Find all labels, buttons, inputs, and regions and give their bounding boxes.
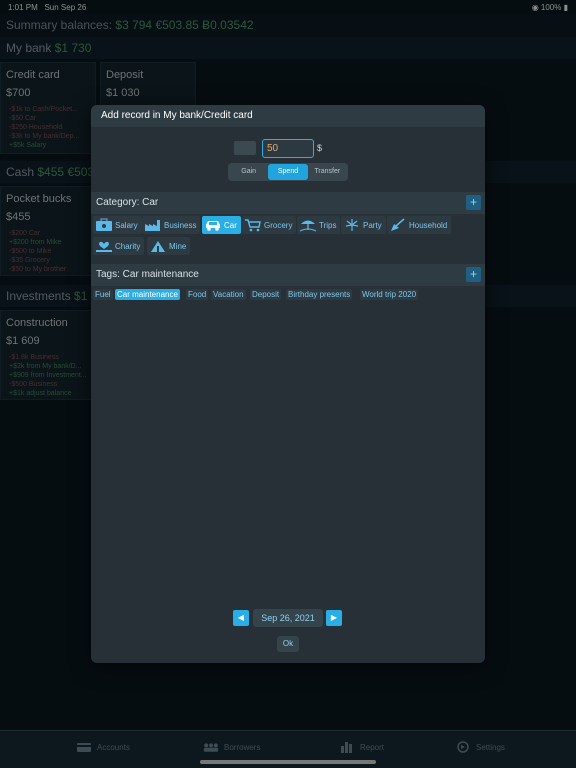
- card-icon: [77, 743, 91, 752]
- previous-day-button[interactable]: ◀: [233, 610, 249, 626]
- salary-icon: [96, 218, 112, 231]
- amount-row: $: [91, 138, 485, 160]
- tab-report[interactable]: Report: [339, 741, 384, 753]
- category-car[interactable]: Car: [202, 216, 241, 234]
- factory-icon: [145, 220, 160, 231]
- car-icon: [206, 221, 220, 231]
- record-type-selector: Gain Spend Transfer: [228, 163, 348, 181]
- tag-fuel[interactable]: Fuel: [93, 289, 113, 300]
- fireworks-icon: [345, 219, 359, 231]
- amount-input[interactable]: [262, 139, 314, 158]
- charity-icon: [96, 241, 112, 252]
- tag-food[interactable]: Food: [186, 289, 209, 300]
- transfer-option[interactable]: Transfer: [308, 164, 347, 180]
- tag-birthday-presents[interactable]: Birthday presents: [286, 289, 353, 300]
- tag-vacation[interactable]: Vacation: [211, 289, 246, 300]
- calculator-icon[interactable]: [234, 141, 256, 155]
- people-icon: [203, 743, 219, 752]
- add-record-dialog: Add record in My bank/Credit card $ Gain…: [91, 105, 485, 663]
- tag-world-trip-2020[interactable]: World trip 2020: [360, 289, 419, 300]
- mine-icon: [151, 241, 165, 252]
- spend-option[interactable]: Spend: [268, 164, 308, 180]
- date-picker[interactable]: Sep 26, 2021: [253, 609, 323, 627]
- category-party[interactable]: Party: [341, 216, 386, 234]
- category-salary[interactable]: Salary: [93, 216, 142, 234]
- category-trips[interactable]: Trips: [297, 216, 341, 234]
- category-household[interactable]: Household: [387, 216, 452, 234]
- cart-icon: [245, 219, 261, 232]
- tags-header: Tags: Car maintenance +: [91, 264, 485, 286]
- next-day-button[interactable]: ▶: [326, 610, 342, 626]
- beach-icon: [299, 220, 317, 232]
- dialog-title: Add record in My bank/Credit card: [91, 105, 485, 127]
- broom-icon: [391, 218, 405, 231]
- gain-option[interactable]: Gain: [229, 164, 268, 180]
- tab-accounts[interactable]: Accounts: [76, 741, 130, 753]
- category-business[interactable]: Business: [142, 216, 201, 234]
- tab-settings[interactable]: Settings: [455, 741, 505, 753]
- category-charity[interactable]: Charity: [93, 237, 145, 255]
- date-row: ◀ Sep 26, 2021 ▶: [91, 609, 485, 628]
- add-tag-button[interactable]: +: [466, 267, 481, 282]
- category-header: Category: Car +: [91, 192, 485, 214]
- currency-label: $: [317, 143, 323, 153]
- category-mine[interactable]: Mine: [147, 237, 191, 255]
- bar-chart-icon: [341, 742, 352, 753]
- tab-borrowers[interactable]: Borrowers: [203, 741, 260, 753]
- add-category-button[interactable]: +: [466, 195, 481, 210]
- tag-car-maintenance[interactable]: Car maintenance: [115, 289, 180, 300]
- settings-icon: [457, 741, 469, 753]
- category-grocery[interactable]: Grocery: [242, 216, 297, 234]
- ok-button[interactable]: Ok: [277, 636, 299, 652]
- tag-deposit[interactable]: Deposit: [250, 289, 282, 300]
- home-indicator: [200, 760, 376, 764]
